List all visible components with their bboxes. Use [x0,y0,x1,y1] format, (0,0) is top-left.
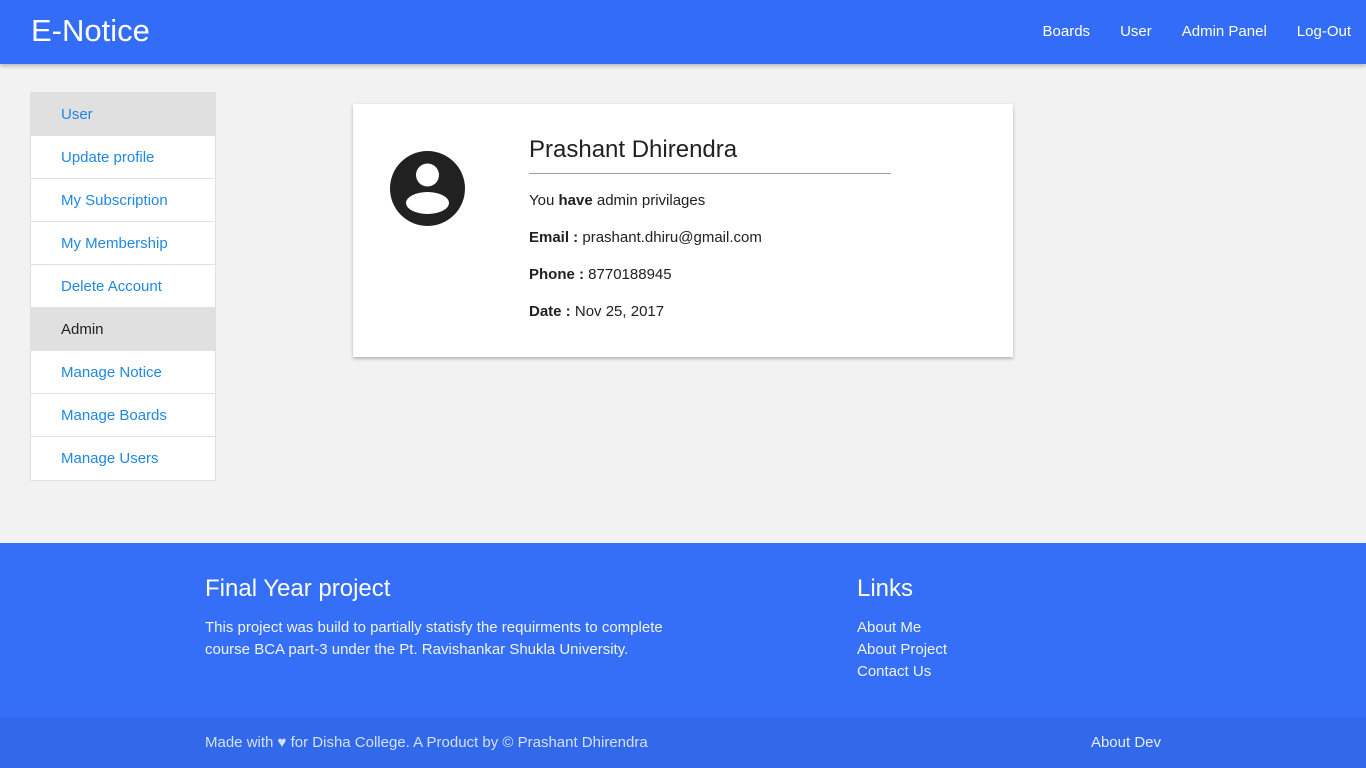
privilege-text: You have admin privilages [529,191,705,211]
sidebar-menu: User Update profile My Subscription My M… [30,92,216,481]
nav-links: Boards User Admin Panel Log-Out [1028,0,1366,64]
email-label: Email : [529,229,579,246]
phone-value: 8770188945 [588,266,672,283]
nav-boards[interactable]: Boards [1028,0,1106,64]
sidebar-item-manage-users[interactable]: Manage Users [31,437,215,480]
footer-links: About Me About Project Contact Us [857,617,947,683]
footer-project-text: This project was build to partially stat… [205,619,663,658]
sidebar-item-my-membership[interactable]: My Membership [31,222,215,265]
profile-card: Prashant Dhirendra You have admin privil… [353,104,1013,357]
footer-link-about-me[interactable]: About Me [857,617,947,639]
footer-links-title: Links [857,575,914,602]
footer-project-title: Final Year project [205,575,391,602]
sidebar-item-my-subscription[interactable]: My Subscription [31,179,215,222]
brand-logo[interactable]: E-Notice [31,13,150,49]
date-row: Date : Nov 25, 2017 [529,302,664,322]
email-value: prashant.dhiru@gmail.com [582,229,762,246]
sidebar-item-update-profile[interactable]: Update profile [31,136,215,179]
sidebar-item-delete-account[interactable]: Delete Account [31,265,215,308]
phone-label: Phone : [529,266,584,283]
nav-user[interactable]: User [1105,0,1167,64]
date-label: Date : [529,303,571,320]
page-footer: Final Year project This project was buil… [0,543,1366,718]
sidebar-header-admin: Admin [31,308,215,351]
date-value: Nov 25, 2017 [574,303,665,320]
nav-logout[interactable]: Log-Out [1282,0,1366,64]
footer-link-contact-us[interactable]: Contact Us [857,661,947,683]
sidebar-item-manage-boards[interactable]: Manage Boards [31,394,215,437]
top-navbar: E-Notice Boards User Admin Panel Log-Out [0,0,1366,64]
nav-admin-panel[interactable]: Admin Panel [1167,0,1282,64]
email-row: Email : prashant.dhiru@gmail.com [529,228,762,248]
about-dev-link[interactable]: About Dev [1091,733,1161,753]
copyright-bar: Made with ♥ for Disha College. A Product… [0,718,1366,768]
phone-row: Phone : 8770188945 [529,265,672,285]
privilege-prefix: You [529,192,555,209]
privilege-bold: have [558,192,593,209]
profile-name: Prashant Dhirendra [529,135,891,174]
footer-link-about-project[interactable]: About Project [857,639,947,661]
account-circle-icon [390,151,465,226]
sidebar-header-user[interactable]: User [31,93,215,136]
sidebar-item-manage-notice[interactable]: Manage Notice [31,351,215,394]
copyright-text: Made with ♥ for Disha College. A Product… [205,734,648,751]
privilege-suffix: admin privilages [596,192,706,209]
